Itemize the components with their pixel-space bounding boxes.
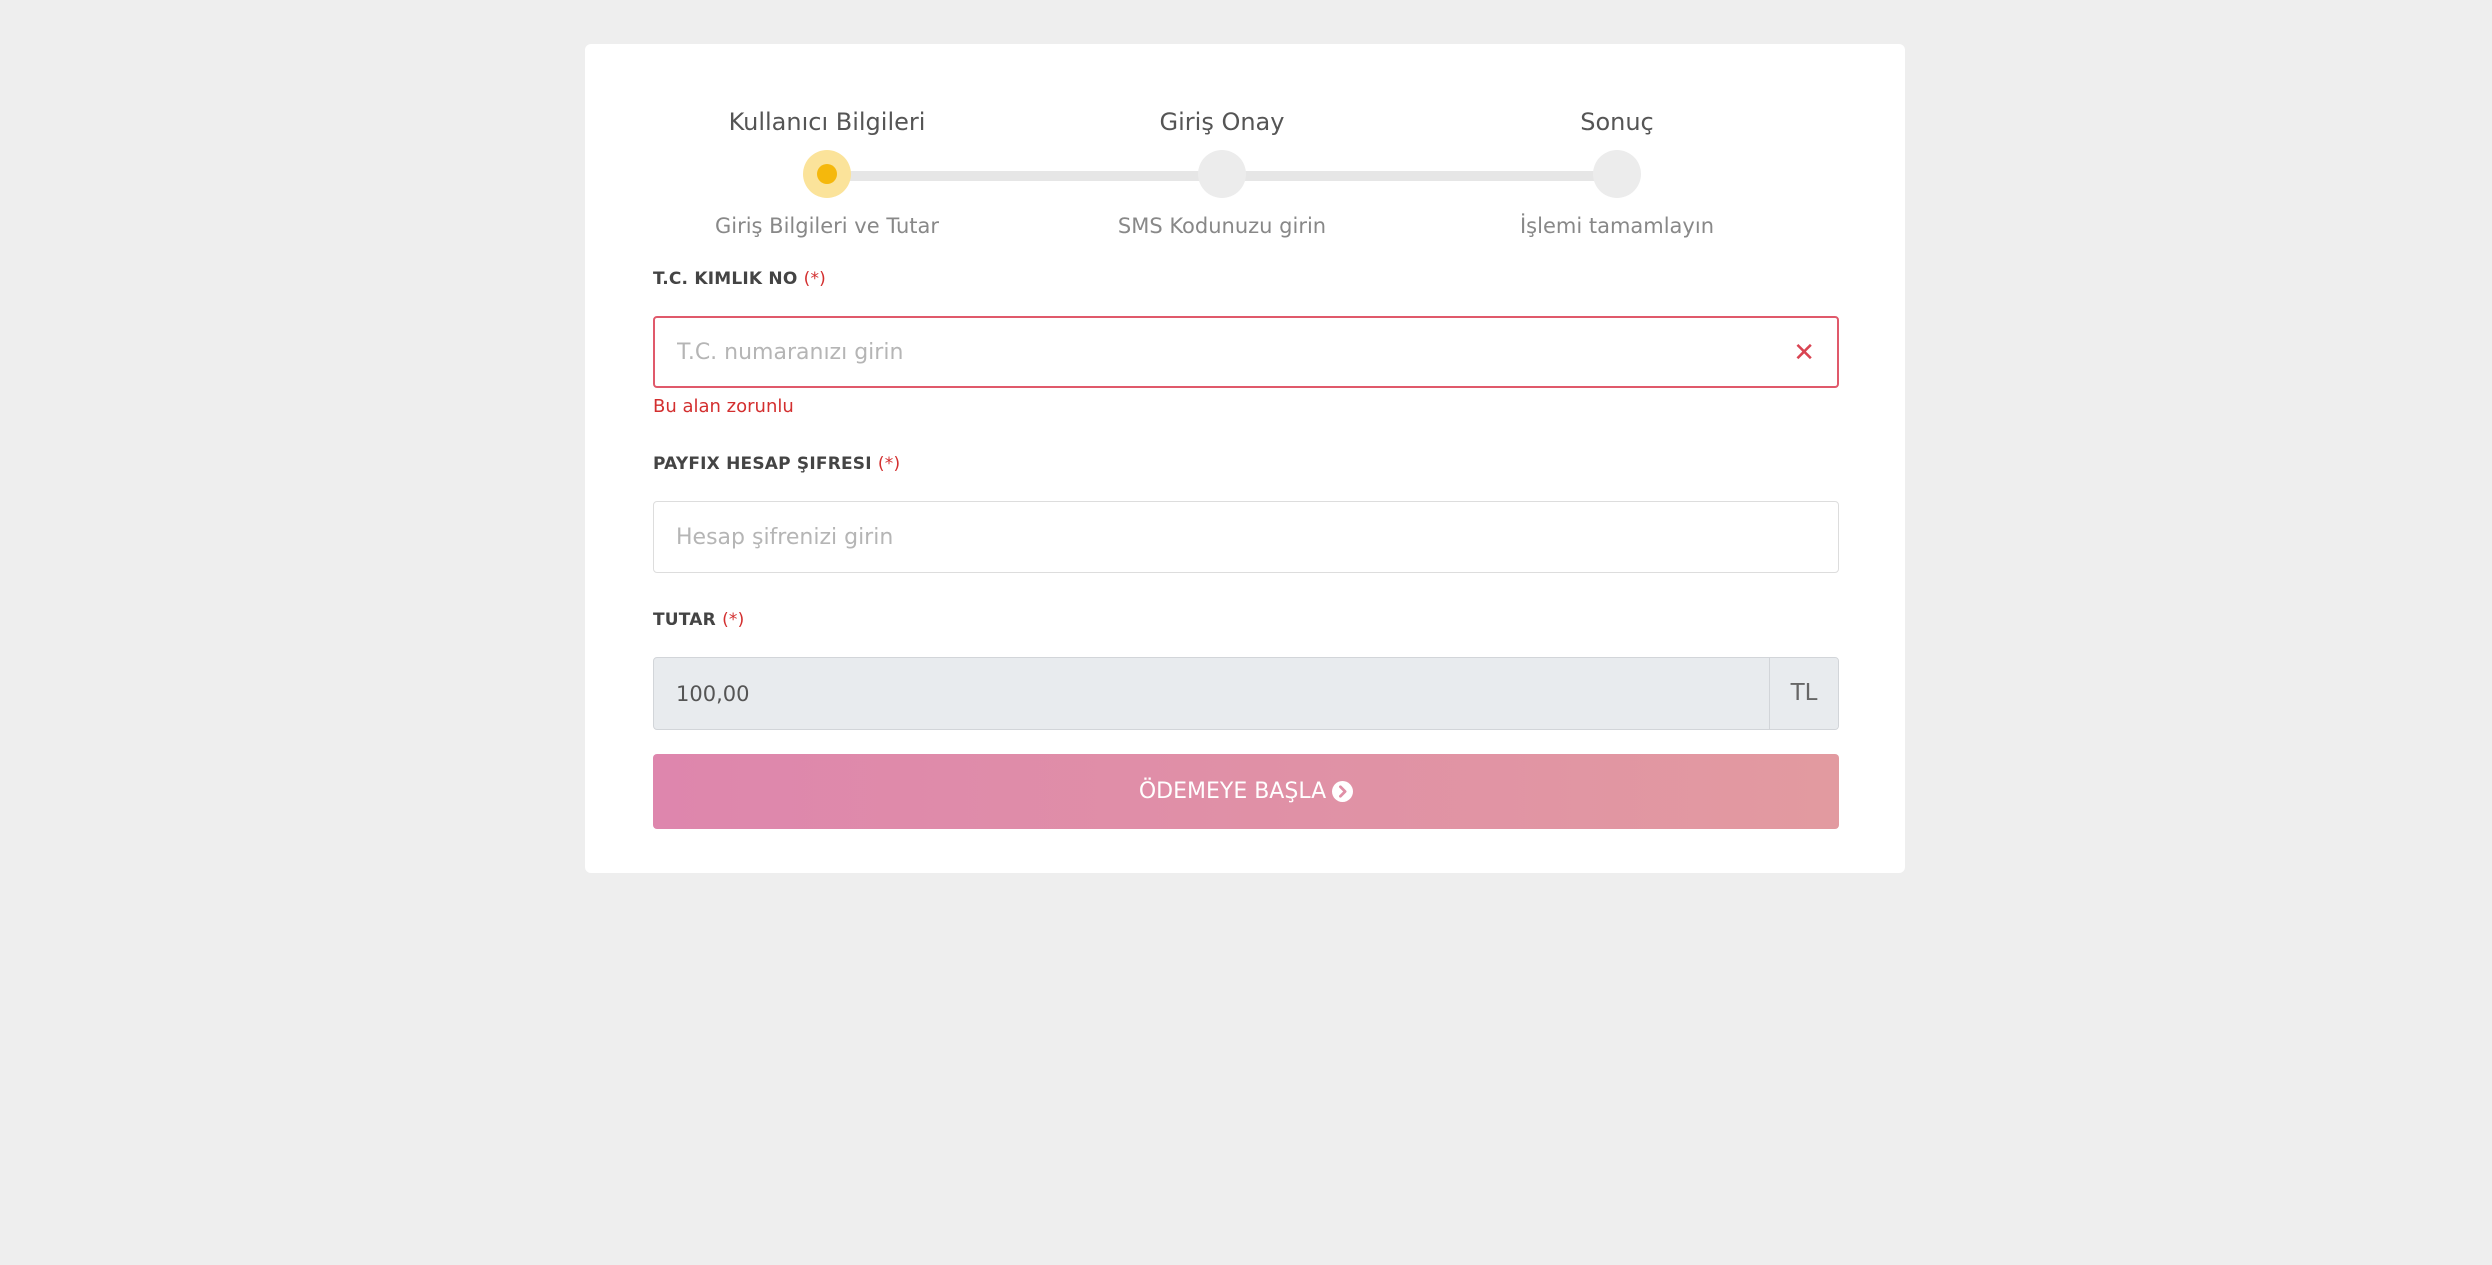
step-3: Sonuç [1417,104,1817,140]
progress-stepper: Kullanıcı Bilgileri Giriş Bilgileri ve T… [585,44,1905,244]
amount-input-wrapper: TL [653,657,1839,730]
close-icon[interactable]: ✕ [1793,336,1815,370]
password-label: PAYFIX HESAP ŞIFRESI (*) [653,454,900,474]
step-3-title: Sonuç [1580,108,1654,136]
tc-input-wrapper: ✕ [653,316,1839,388]
step-1: Kullanıcı Bilgileri [627,104,1027,140]
password-input-wrapper [653,501,1839,573]
amount-label-text: TUTAR [653,610,716,630]
start-payment-button[interactable]: ÖDEMEYE BAŞLA [653,754,1839,829]
step-3-subtitle: İşlemi tamamlayın [1519,214,1714,238]
step-1-subtitle: Giriş Bilgileri ve Tutar [714,214,940,238]
tc-label: T.C. KIMLIK NO (*) [653,269,826,289]
step-2-title: Giriş Onay [1159,108,1285,136]
tc-label-text: T.C. KIMLIK NO [653,269,798,289]
step-2-indicator [1198,150,1246,198]
payment-card: Kullanıcı Bilgileri Giriş Bilgileri ve T… [585,44,1905,873]
step-1-indicator [803,150,851,198]
tc-input[interactable] [677,318,1757,386]
password-input[interactable] [676,502,1756,572]
start-payment-label: ÖDEMEYE BAŞLA [1138,779,1327,804]
chevron-circle-right-icon [1332,781,1354,802]
step-2: Giriş Onay [1022,104,1422,140]
step-1-title: Kullanıcı Bilgileri [728,108,926,136]
password-required-mark: (*) [877,454,901,474]
password-label-text: PAYFIX HESAP ŞIFRESI [653,454,872,474]
amount-input[interactable] [676,658,1676,729]
amount-label: TUTAR (*) [653,610,744,630]
tc-required-mark: (*) [803,269,826,289]
tc-error-message: Bu alan zorunlu [653,396,794,417]
amount-required-mark: (*) [722,610,745,630]
step-2-subtitle: SMS Kodunuzu girin [1117,214,1327,238]
currency-addon: TL [1769,658,1838,729]
step-3-indicator [1593,150,1641,198]
